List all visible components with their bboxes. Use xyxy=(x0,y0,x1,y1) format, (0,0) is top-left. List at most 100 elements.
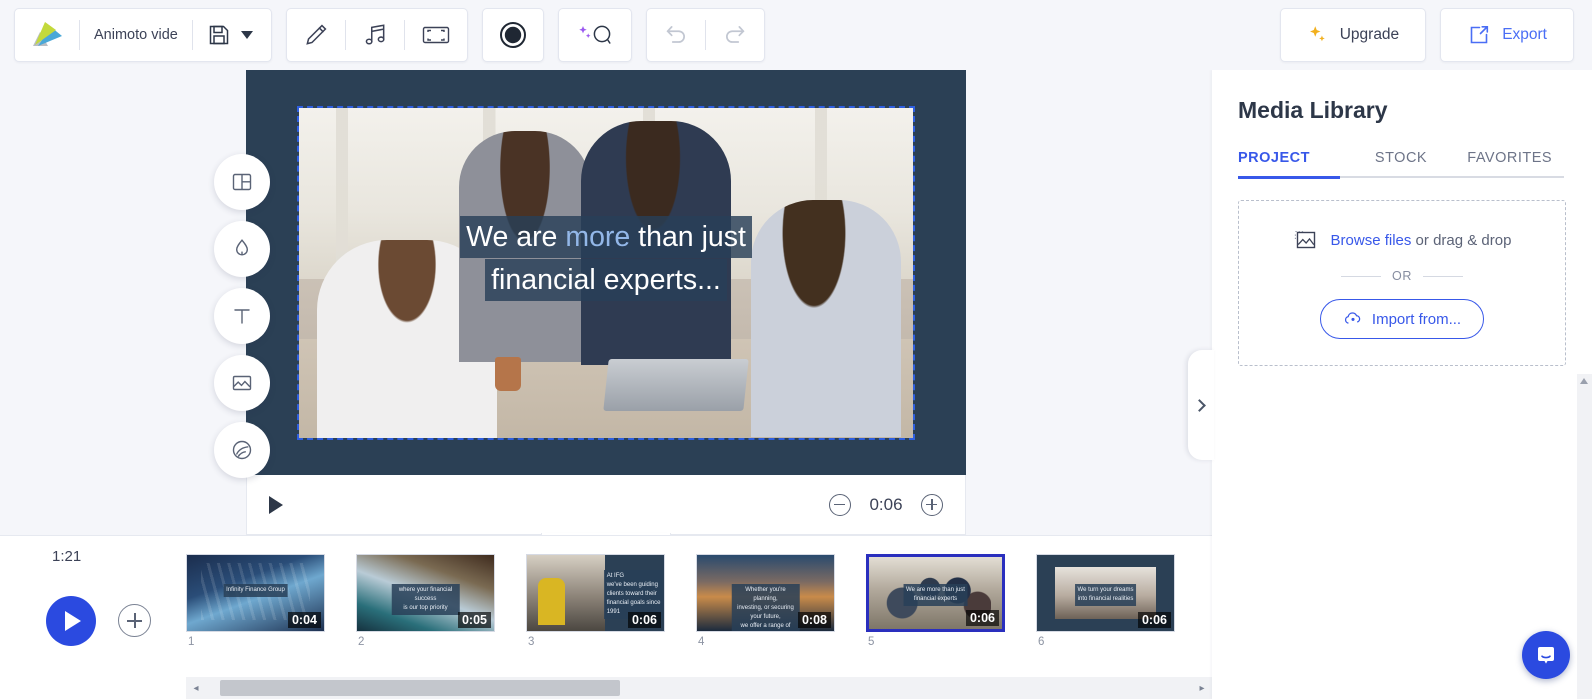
tab-underline xyxy=(1238,176,1564,179)
image-picture-icon xyxy=(230,371,254,395)
scene-number: 6 xyxy=(1038,636,1045,648)
scene-thumbnail[interactable]: Infinity Finance Group 0:04 xyxy=(186,554,325,632)
scene-item-3[interactable]: At IFG we've been guiding clients toward… xyxy=(526,554,665,648)
tab-stock[interactable]: STOCK xyxy=(1347,150,1456,178)
scene-number: 3 xyxy=(528,636,535,648)
browse-row: Browse files or drag & drop xyxy=(1253,227,1551,253)
scene-duration-badge: 0:06 xyxy=(627,612,661,628)
tab-project[interactable]: PROJECT xyxy=(1238,150,1347,178)
export-button[interactable]: Export xyxy=(1440,8,1574,62)
scene-number: 5 xyxy=(868,636,875,648)
scene-thumbnail[interactable]: where your financial success is our top … xyxy=(356,554,495,632)
layout-tool[interactable] xyxy=(214,154,270,210)
resize-tool-button[interactable] xyxy=(405,9,467,61)
media-scrollbar[interactable] xyxy=(1577,374,1592,699)
scene-thumbnail[interactable]: Whether you're planning, investing, or s… xyxy=(696,554,835,632)
pencil-design-icon xyxy=(303,22,329,48)
music-tool-button[interactable] xyxy=(346,9,404,61)
external-link-export-icon xyxy=(1467,23,1491,47)
decrease-duration-button[interactable] xyxy=(829,493,851,516)
photo-person-4 xyxy=(750,199,901,438)
export-label: Export xyxy=(1502,26,1547,43)
image-tool[interactable] xyxy=(214,355,270,411)
image-placeholder-icon xyxy=(1293,227,1319,253)
browse-files-link[interactable]: Browse files xyxy=(1331,232,1412,249)
scene-caption: We are more than just financial experts xyxy=(903,584,968,607)
intercom-chat-icon xyxy=(1533,642,1559,668)
scroll-right-button[interactable]: ▸ xyxy=(1192,683,1212,694)
import-from-button[interactable]: Import from... xyxy=(1319,299,1485,339)
timeline-scrollbar[interactable]: ◂ ▸ xyxy=(186,677,1212,699)
scene-list: Infinity Finance Group 0:04 1 where your… xyxy=(186,554,1212,648)
top-toolbar: Animoto vide Upgrade Export xyxy=(0,0,1592,70)
record-group xyxy=(481,8,544,62)
import-from-label: Import from... xyxy=(1371,310,1462,328)
triangle-up-icon[interactable] xyxy=(1580,378,1588,384)
video-canvas[interactable]: We are more than just financial experts.… xyxy=(246,70,966,475)
cloud-upload-icon xyxy=(1343,309,1363,329)
undo-button[interactable] xyxy=(647,9,705,61)
increase-duration-button[interactable] xyxy=(921,493,943,516)
animoto-logo-icon[interactable] xyxy=(19,21,79,49)
scene-item-1[interactable]: Infinity Finance Group 0:04 1 xyxy=(186,554,325,648)
project-title-input[interactable]: Animoto vide xyxy=(80,27,192,43)
redo-button[interactable] xyxy=(706,9,764,61)
timeline-controls: 1:21 xyxy=(0,536,186,699)
scrollbar-track[interactable] xyxy=(206,677,1192,699)
design-tool-button[interactable] xyxy=(287,9,345,61)
redo-arrow-icon xyxy=(722,22,748,48)
ai-search-button[interactable] xyxy=(559,9,631,61)
intercom-chat-button[interactable] xyxy=(1522,631,1570,679)
scene-duration-badge: 0:04 xyxy=(287,612,321,628)
drag-drop-text: or drag & drop xyxy=(1411,231,1512,249)
total-duration-label: 1:21 xyxy=(52,548,82,565)
or-separator: OR xyxy=(1253,269,1551,283)
upgrade-label: Upgrade xyxy=(1339,26,1400,43)
color-tool[interactable] xyxy=(214,221,270,277)
chevron-down-icon[interactable] xyxy=(240,31,253,39)
sparkle-upgrade-icon xyxy=(1307,24,1329,46)
panel-collapse-handle[interactable] xyxy=(1188,350,1214,460)
timeline: 1:21 Infinity Finance Group 0:04 1 where… xyxy=(0,535,1212,699)
upgrade-button[interactable]: Upgrade xyxy=(1279,8,1427,62)
scroll-left-button[interactable]: ◂ xyxy=(186,683,206,694)
photo-person-2 xyxy=(458,130,591,362)
add-scene-button[interactable] xyxy=(118,604,151,637)
aspect-ratio-resize-icon xyxy=(421,22,451,48)
scene-thumbnail[interactable]: We turn your dreams into financial reali… xyxy=(1036,554,1175,632)
scene-number: 4 xyxy=(698,636,705,648)
music-note-icon xyxy=(362,22,388,48)
timeline-play-button[interactable] xyxy=(46,595,96,646)
preview-play-button[interactable] xyxy=(269,495,283,514)
media-library-title: Media Library xyxy=(1238,97,1388,123)
ai-search-group xyxy=(557,8,632,62)
stage-column: We are more than just financial experts.… xyxy=(246,70,966,563)
photo-person-3 xyxy=(581,120,732,365)
scene-duration-badge: 0:06 xyxy=(1137,612,1171,628)
record-circle-icon xyxy=(499,21,527,49)
undo-arrow-icon xyxy=(663,22,689,48)
scene-item-6[interactable]: We turn your dreams into financial reali… xyxy=(1036,554,1175,648)
scene-item-4[interactable]: Whether you're planning, investing, or s… xyxy=(696,554,835,648)
media-library-tabs: PROJECT STOCK FAVORITES xyxy=(1212,124,1592,179)
palette-swatch-icon xyxy=(230,438,254,462)
scene-item-2[interactable]: where your financial success is our top … xyxy=(356,554,495,648)
design-tool[interactable] xyxy=(214,422,270,478)
scene-duration-badge: 0:05 xyxy=(457,612,491,628)
scene-item-5[interactable]: We are more than just financial experts … xyxy=(866,554,1005,648)
edit-tools-group xyxy=(285,8,468,62)
scene-duration-badge: 0:06 xyxy=(965,610,999,626)
save-button[interactable] xyxy=(193,23,267,47)
upload-dropzone[interactable]: Browse files or drag & drop OR Import fr… xyxy=(1238,200,1566,366)
chevron-right-icon xyxy=(1193,398,1206,412)
scrollbar-thumb[interactable] xyxy=(220,680,620,696)
scene-thumbnail[interactable]: At IFG we've been guiding clients toward… xyxy=(526,554,665,632)
text-tool[interactable] xyxy=(214,288,270,344)
scene-caption: where your financial success is our top … xyxy=(391,583,460,615)
scene-thumbnail[interactable]: We are more than just financial experts … xyxy=(866,554,1005,632)
tab-favorites[interactable]: FAVORITES xyxy=(1455,150,1564,178)
project-toolbar-group: Animoto vide xyxy=(14,8,272,62)
slide-image[interactable]: We are more than just financial experts.… xyxy=(297,105,915,440)
record-button[interactable] xyxy=(483,9,543,61)
scene-duration-badge: 0:08 xyxy=(797,612,831,628)
